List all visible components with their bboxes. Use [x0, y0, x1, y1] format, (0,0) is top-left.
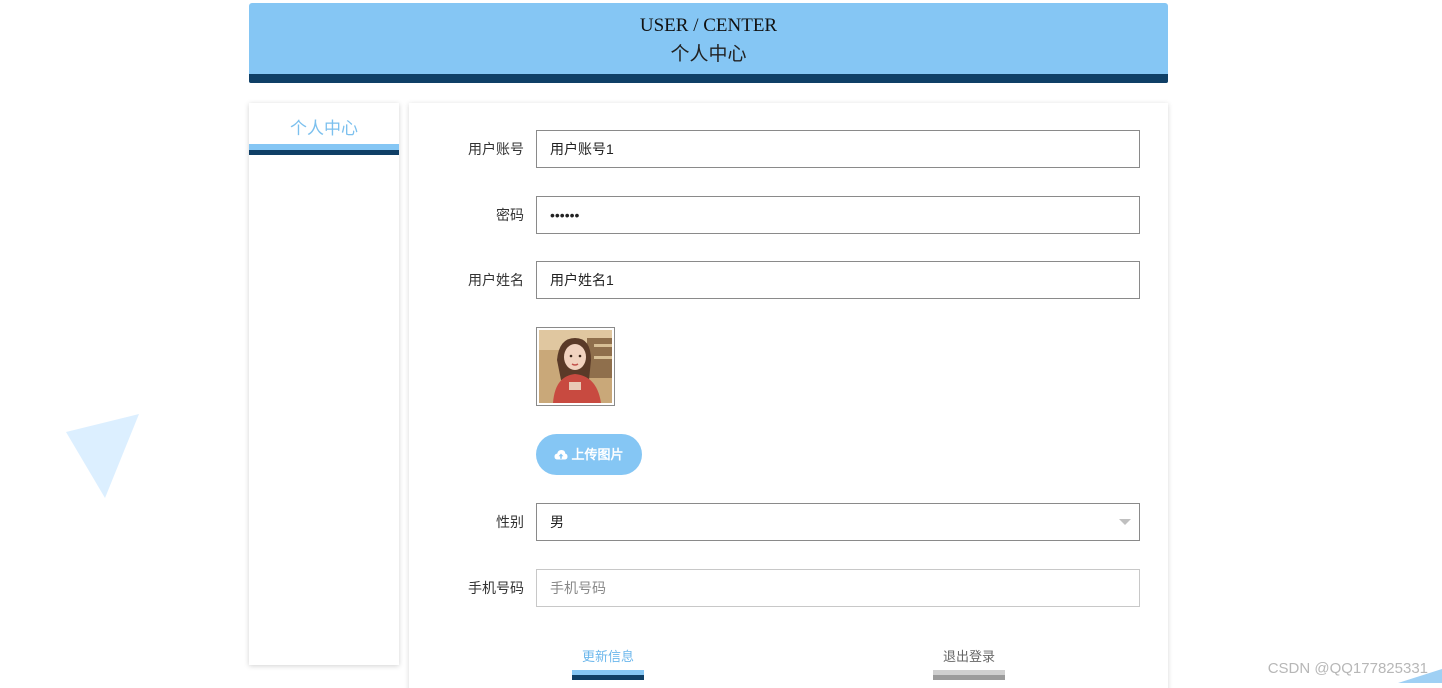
update-info-underline-dark [572, 675, 644, 680]
realname-input[interactable]: 用户姓名1 [536, 261, 1140, 299]
password-input[interactable]: •••••• [536, 196, 1140, 234]
upload-image-button[interactable]: 上传图片 [536, 434, 642, 475]
sidebar-item-label: 个人中心 [290, 119, 358, 138]
upload-image-label: 上传图片 [571, 447, 624, 462]
username-input[interactable]: 用户账号1 [536, 130, 1140, 168]
sidebar-item-underline-dark [249, 150, 399, 155]
cloud-upload-icon [554, 436, 568, 477]
phone-label: 手机号码 [468, 580, 524, 596]
logout-button[interactable]: 退出登录 [933, 646, 1005, 680]
realname-label: 用户姓名 [468, 272, 524, 288]
gender-selected-value: 男 [550, 514, 564, 530]
header-title-en: USER / CENTER [639, 15, 778, 36]
username-row: 用户账号 用户账号1 [409, 130, 1168, 168]
gender-label: 性别 [496, 514, 524, 530]
update-info-button[interactable]: 更新信息 [572, 646, 644, 680]
phone-row: 手机号码 手机号码 [409, 569, 1168, 607]
logout-label: 退出登录 [942, 649, 995, 664]
chevron-down-icon [1119, 519, 1131, 525]
sidebar-item-personal-center[interactable]: 个人中心 [249, 103, 399, 155]
realname-row: 用户姓名 用户姓名1 [409, 261, 1168, 299]
update-info-label: 更新信息 [581, 649, 634, 664]
page-header: USER / CENTER 个人中心 [249, 3, 1168, 83]
password-label: 密码 [496, 207, 524, 223]
sidebar: 个人中心 [249, 103, 399, 665]
profile-form-panel: 用户账号 用户账号1 密码 •••••• 用户姓名 用户姓名1 上传图片 性别 … [409, 103, 1168, 688]
gender-select[interactable]: 男 [536, 503, 1140, 541]
watermark-text: CSDN @QQ177825331 [1267, 660, 1428, 677]
logout-underline-dark [933, 675, 1005, 680]
phone-input[interactable]: 手机号码 [536, 569, 1140, 607]
header-underline [249, 74, 1168, 83]
username-label: 用户账号 [468, 141, 524, 157]
password-row: 密码 •••••• [409, 196, 1168, 234]
header-title-cn: 个人中心 [670, 43, 747, 65]
gender-row: 性别 男 [409, 503, 1168, 541]
avatar-image [536, 327, 615, 406]
